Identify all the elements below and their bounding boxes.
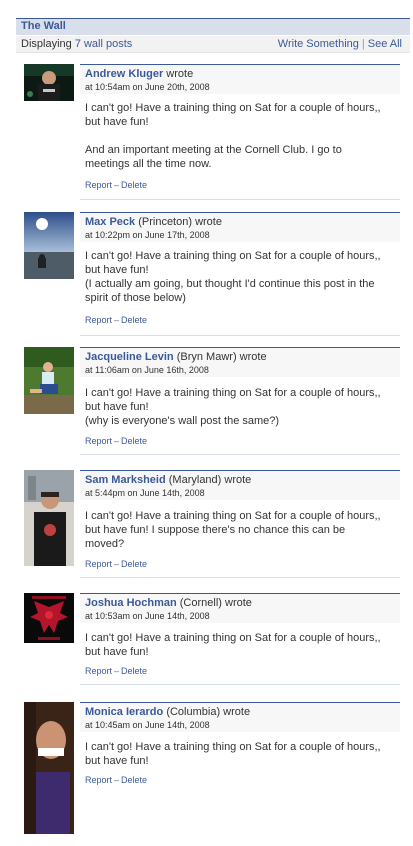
post-header: Jacqueline Levin (Bryn Mawr) wrote at 11… [80,347,400,377]
post-actions: Report – Delete [85,559,147,569]
author-network: (Columbia) [166,706,221,718]
write-something-link[interactable]: Write Something [278,38,359,50]
post-byline: Sam Marksheid (Maryland) wrote [85,474,251,486]
post-body: I can't go! Have a training thing on Sat… [85,509,385,551]
post-timestamp: at 10:22pm on June 17th, 2008 [85,230,210,240]
actions-dash: – [114,180,120,190]
post-count-link[interactable]: 7 wall posts [75,38,132,50]
author-name[interactable]: Sam Marksheid [85,474,166,486]
post-message: I can't go! Have a training thing on Sat… [85,741,381,767]
post-body: I can't go! Have a training thing on Sat… [85,249,385,305]
post-count: Displaying 7 wall posts [21,38,132,50]
wall-actions-separator: | [361,38,365,50]
actions-dash: – [114,559,120,569]
post-byline: Andrew Kluger wrote [85,68,193,80]
author-name[interactable]: Jacqueline Levin [85,351,174,363]
avatar[interactable] [24,470,74,566]
report-link[interactable]: Report [85,315,112,325]
wall-title[interactable]: The Wall [21,20,66,32]
actions-dash: – [114,315,120,325]
post-header: Max Peck (Princeton) wrote at 10:22pm on… [80,212,400,242]
post-message: I can't go! Have a training thing on Sat… [85,632,381,658]
author-name[interactable]: Joshua Hochman [85,597,177,609]
delete-link[interactable]: Delete [121,180,147,190]
post-header: Monica Ierardo (Columbia) wrote at 10:45… [80,702,400,732]
post-timestamp: at 10:54am on June 20th, 2008 [85,82,210,92]
actions-dash: – [114,775,120,785]
delete-link[interactable]: Delete [121,436,147,446]
delete-link[interactable]: Delete [121,666,147,676]
delete-link[interactable]: Delete [121,315,147,325]
post-message: I can't go! Have a training thing on Sat… [85,102,381,170]
post-body: I can't go! Have a training thing on Sat… [85,386,385,428]
post-message: I can't go! Have a training thing on Sat… [85,510,381,550]
author-network: (Maryland) [168,474,222,486]
delete-link[interactable]: Delete [121,559,147,569]
post-timestamp: at 11:06am on June 16th, 2008 [85,365,209,375]
avatar[interactable] [24,347,74,414]
post-actions: Report – Delete [85,315,147,325]
see-all-link[interactable]: See All [368,38,402,50]
post-actions: Report – Delete [85,180,147,190]
author-name[interactable]: Monica Ierardo [85,706,163,718]
report-link[interactable]: Report [85,559,112,569]
author-name[interactable]: Max Peck [85,216,135,228]
post-actions: Report – Delete [85,775,147,785]
post-header: Andrew Kluger wrote at 10:54am on June 2… [80,64,400,94]
actions-dash: – [114,666,120,676]
actions-dash: – [114,436,120,446]
post-divider [80,454,400,455]
author-network: (Princeton) [138,216,193,228]
post-count-prefix: Displaying [21,38,72,50]
avatar[interactable] [24,212,74,279]
wrote-label: wrote [166,68,194,80]
wrote-label: wrote [224,474,252,486]
post-actions: Report – Delete [85,436,147,446]
author-name[interactable]: Andrew Kluger [85,68,163,80]
avatar[interactable] [24,593,74,643]
post-byline: Max Peck (Princeton) wrote [85,216,222,228]
post-header: Sam Marksheid (Maryland) wrote at 5:44pm… [80,470,400,500]
wrote-label: wrote [195,216,222,228]
report-link[interactable]: Report [85,666,112,676]
post-body: I can't go! Have a training thing on Sat… [85,740,385,768]
post-divider [80,684,400,685]
post-byline: Jacqueline Levin (Bryn Mawr) wrote [85,351,267,363]
author-network: (Bryn Mawr) [176,351,237,363]
avatar[interactable] [24,702,74,834]
report-link[interactable]: Report [85,775,112,785]
post-header: Joshua Hochman (Cornell) wrote at 10:53a… [80,593,400,623]
post-divider [80,199,400,200]
post-body: I can't go! Have a training thing on Sat… [85,631,385,659]
post-timestamp: at 5:44pm on June 14th, 2008 [85,488,205,498]
wrote-label: wrote [225,597,252,609]
post-timestamp: at 10:45am on June 14th, 2008 [85,720,210,730]
post-divider [80,577,400,578]
wall-subbar: Displaying 7 wall posts Write Something |… [16,36,410,53]
post-message: I can't go! Have a training thing on Sat… [85,387,381,427]
post-divider [80,335,400,336]
post-byline: Joshua Hochman (Cornell) wrote [85,597,252,609]
wrote-label: wrote [239,351,267,363]
delete-link[interactable]: Delete [121,775,147,785]
post-body: I can't go! Have a training thing on Sat… [85,101,385,171]
report-link[interactable]: Report [85,436,112,446]
report-link[interactable]: Report [85,180,112,190]
post-timestamp: at 10:53am on June 14th, 2008 [85,611,210,621]
post-actions: Report – Delete [85,666,147,676]
avatar[interactable] [24,64,74,101]
author-network: (Cornell) [179,597,222,609]
wall-header: The Wall [16,18,410,35]
wall-actions: Write Something | See All [278,38,402,50]
post-message: I can't go! Have a training thing on Sat… [85,250,381,304]
post-byline: Monica Ierardo (Columbia) wrote [85,706,250,718]
wrote-label: wrote [223,706,251,718]
